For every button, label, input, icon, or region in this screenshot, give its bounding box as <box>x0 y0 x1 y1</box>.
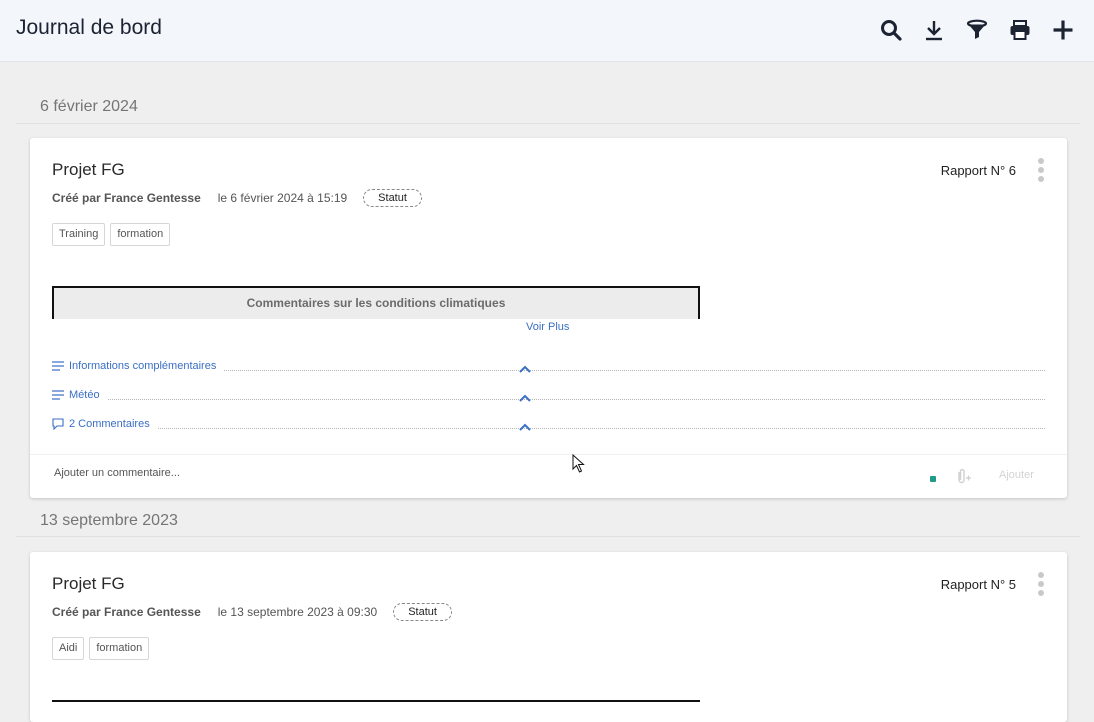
more-options-button[interactable] <box>1035 158 1047 182</box>
chevron-up-icon[interactable] <box>519 422 531 432</box>
kebab-dot-icon <box>1038 176 1044 182</box>
section-label: 2 Commentaires <box>69 418 150 430</box>
download-icon <box>925 21 942 41</box>
report-card: Projet FG Rapport N° 5 Créé par France G… <box>30 552 1067 722</box>
comment-bar: Ajouter <box>30 454 1067 499</box>
filter-icon <box>966 19 987 39</box>
tag-list: Training formation <box>52 223 171 246</box>
tag[interactable]: formation <box>110 223 171 246</box>
list-icon <box>52 389 64 401</box>
date-divider <box>16 123 1080 124</box>
section-comments[interactable]: 2 Commentaires <box>52 416 1045 432</box>
report-title: Projet FG <box>52 160 125 179</box>
see-more-link[interactable]: Voir Plus <box>526 321 569 333</box>
tag-list: Aidi formation <box>52 637 150 660</box>
dotted-divider <box>224 362 1045 371</box>
add-report-button[interactable] <box>1041 14 1084 46</box>
status-dot <box>930 476 936 482</box>
attach-icon[interactable] <box>952 468 972 486</box>
report-number: Rapport N° 6 <box>940 163 1016 178</box>
report-created-date: le 6 février 2024 à 15:19 <box>217 191 348 205</box>
print-icon <box>1010 20 1029 40</box>
kebab-dot-icon <box>1038 581 1044 587</box>
section-additional-info[interactable]: Informations complémentaires <box>52 358 1045 374</box>
list-icon <box>52 360 64 372</box>
report-card: Projet FG Rapport N° 6 Créé par France G… <box>30 138 1067 498</box>
report-meta: Créé par France Gentesse le 6 février 20… <box>52 189 422 207</box>
download-button[interactable] <box>912 14 955 46</box>
search-button[interactable] <box>869 14 912 46</box>
search-icon <box>880 20 902 41</box>
section-weather[interactable]: Météo <box>52 387 1045 403</box>
report-author: Créé par France Gentesse <box>52 191 201 205</box>
kebab-dot-icon <box>1038 158 1044 164</box>
tag[interactable]: formation <box>89 637 150 660</box>
date-divider <box>16 536 1080 537</box>
kebab-dot-icon <box>1038 572 1044 578</box>
report-title: Projet FG <box>52 574 125 593</box>
status-badge[interactable]: Statut <box>363 189 422 207</box>
plus-icon <box>1053 20 1072 40</box>
dotted-divider <box>157 420 1045 429</box>
add-comment-button[interactable]: Ajouter <box>999 469 1034 481</box>
section-label: Informations complémentaires <box>69 360 217 372</box>
date-header: 6 février 2024 <box>40 98 138 115</box>
date-header: 13 septembre 2023 <box>40 512 178 529</box>
report-meta: Créé par France Gentesse le 13 septembre… <box>52 603 452 621</box>
print-button[interactable] <box>998 14 1041 46</box>
toolbar <box>869 14 1084 46</box>
document-preview: Commentaires sur les conditions climatiq… <box>52 286 700 319</box>
mouse-cursor-icon <box>572 454 585 473</box>
kebab-dot-icon <box>1038 167 1044 173</box>
document-title: Commentaires sur les conditions climatiq… <box>246 296 506 310</box>
tag[interactable]: Aidi <box>52 637 85 660</box>
comment-input[interactable] <box>52 466 656 480</box>
kebab-dot-icon <box>1038 590 1044 596</box>
chevron-up-icon[interactable] <box>519 364 531 374</box>
dotted-divider <box>107 391 1045 400</box>
report-number: Rapport N° 5 <box>940 577 1016 592</box>
page-title: Journal de bord <box>16 16 162 39</box>
top-bar: Journal de bord <box>0 0 1094 62</box>
filter-button[interactable] <box>955 14 998 46</box>
more-options-button[interactable] <box>1035 572 1047 596</box>
chevron-up-icon[interactable] <box>519 393 531 403</box>
comment-icon <box>52 418 64 430</box>
report-author: Créé par France Gentesse <box>52 605 201 619</box>
report-created-date: le 13 septembre 2023 à 09:30 <box>217 605 378 619</box>
tag[interactable]: Training <box>52 223 106 246</box>
status-badge[interactable]: Statut <box>393 603 452 621</box>
section-label: Météo <box>69 389 100 401</box>
